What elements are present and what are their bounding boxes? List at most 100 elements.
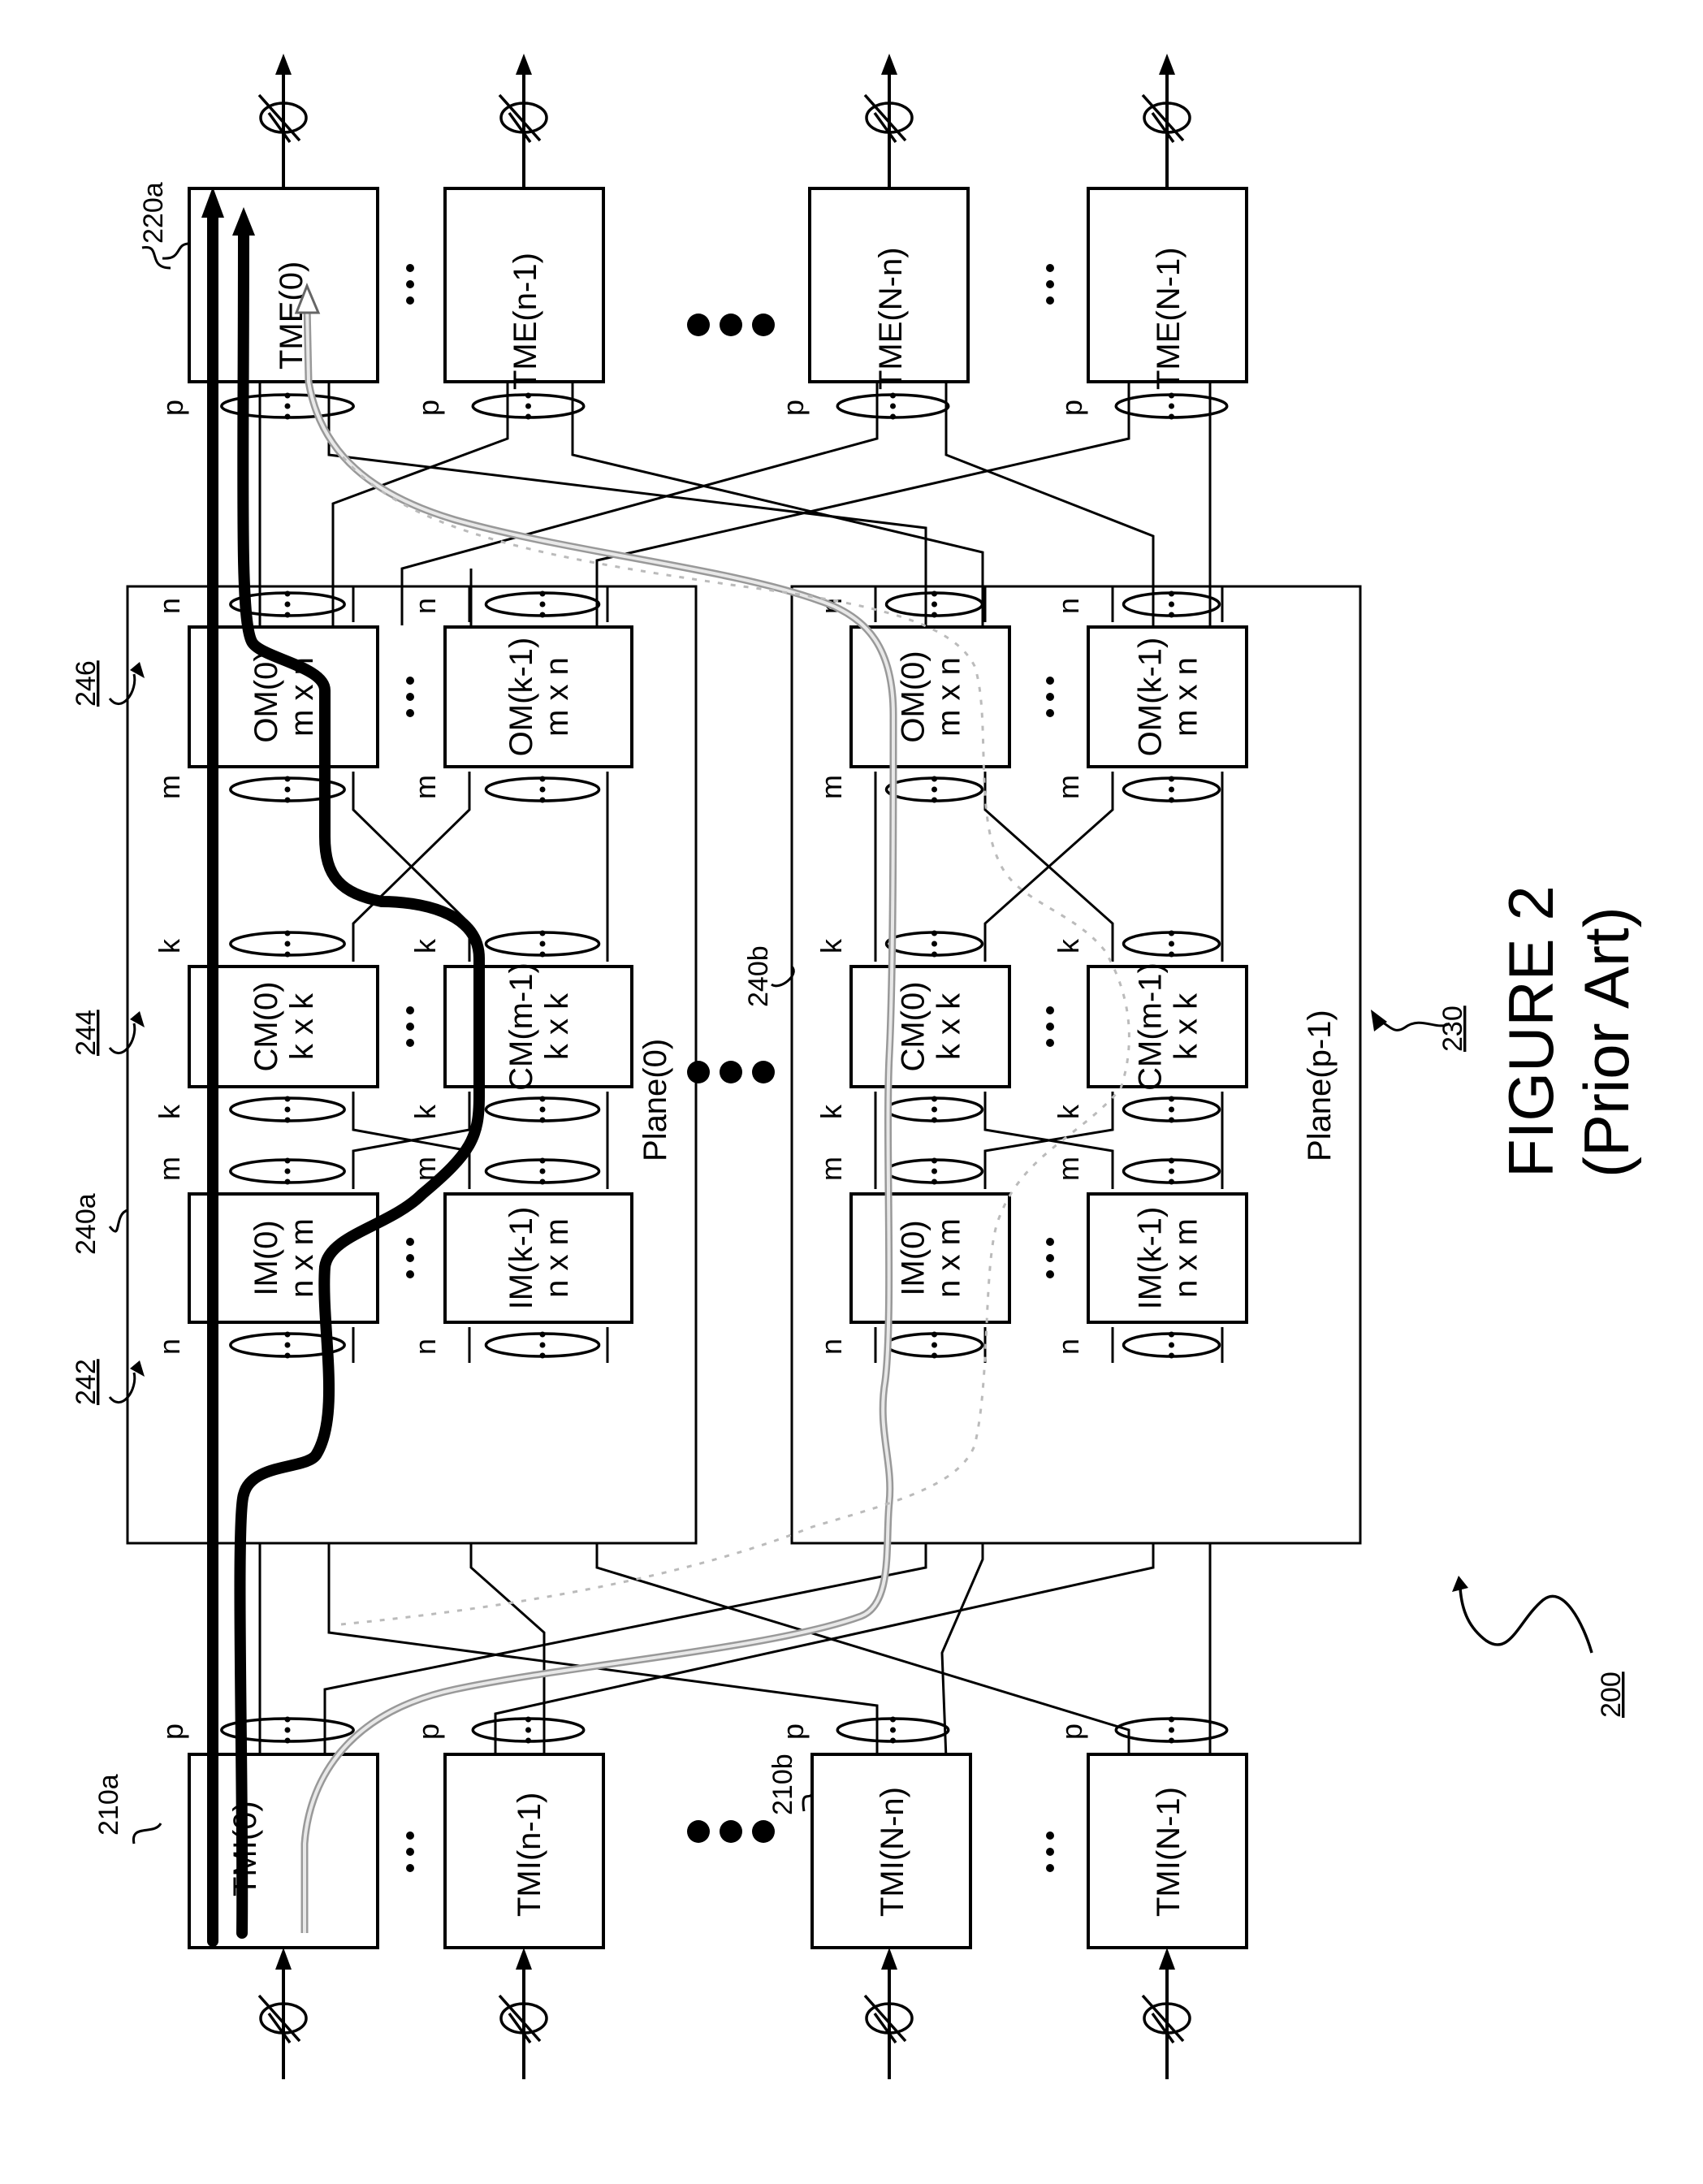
tmi-N-1: TMI(N-1) xyxy=(1087,1753,1248,1949)
cm-name: CM(0) xyxy=(249,981,284,1071)
ref-220a: 220a xyxy=(138,182,169,244)
ellipsis-dot xyxy=(1046,1848,1054,1856)
ellipsis-dot xyxy=(406,296,414,305)
ellipsis-dot xyxy=(406,1270,414,1278)
ellipsis-dot xyxy=(406,1238,414,1246)
ref-230: 230 xyxy=(1437,1006,1468,1052)
port-count-label: k xyxy=(1052,938,1085,954)
tm-port-label: p xyxy=(776,1723,810,1740)
im-name: IM(0) xyxy=(896,1220,931,1295)
ellipsis-dot xyxy=(1046,1254,1054,1262)
egress-output-links xyxy=(257,54,1191,188)
tmi-N-n-label: TMI(N-n) xyxy=(875,1787,910,1917)
big-ellipsis-dot xyxy=(687,1820,710,1843)
im-size: n x m xyxy=(539,1218,575,1298)
ellipsis-dot xyxy=(406,264,414,272)
ref-210b: 210b xyxy=(767,1754,798,1815)
port-count-label: k xyxy=(153,938,186,954)
om-name: OM(k-1) xyxy=(504,638,539,757)
port-count-label: m xyxy=(153,775,186,799)
cm-name: CM(m-1) xyxy=(1133,962,1169,1091)
big-ellipsis-dot xyxy=(720,1820,742,1843)
cm-last-plane-1: CM(m-1) k x k xyxy=(1087,962,1248,1091)
egress-arrowhead xyxy=(516,54,532,75)
ellipsis-dot xyxy=(1046,1270,1054,1278)
ellipsis-dot xyxy=(1046,264,1054,272)
ellipsis-dot xyxy=(1046,1023,1054,1031)
ref-244: 244 xyxy=(71,1010,102,1056)
ellipsis-dot xyxy=(1046,1864,1054,1872)
port-count-label: k xyxy=(153,1104,186,1119)
cm-last-plane-0: CM(m-1) k x k xyxy=(443,962,633,1091)
plane-1-name: Plane(p-1) xyxy=(1302,1010,1338,1161)
ellipsis-dot xyxy=(406,1864,414,1872)
big-ellipsis-dot xyxy=(687,1061,710,1083)
port-count-label: n xyxy=(815,1339,848,1355)
port-count-label: k xyxy=(1052,1104,1085,1119)
cm-size: k x k xyxy=(931,993,967,1060)
tm-port-label: p xyxy=(1055,1723,1088,1740)
big-ellipsis-dot xyxy=(752,314,775,336)
im-first-plane-1: IM(0) n x m xyxy=(849,1192,1011,1324)
tm-port-label: p xyxy=(1055,400,1088,416)
port-count-label: k xyxy=(408,1104,442,1119)
im-name: IM(0) xyxy=(249,1220,284,1295)
tme-n-1-label: TME(n-1) xyxy=(508,253,543,390)
om-last-plane-0: OM(k-1) m x n xyxy=(443,625,633,768)
ellipsis-dot xyxy=(406,1848,414,1856)
ellipsis-dot xyxy=(1046,693,1054,701)
om-size: m x n xyxy=(539,657,575,737)
cm-name: CM(m-1) xyxy=(504,962,539,1091)
egress-arrowhead xyxy=(1159,54,1175,75)
figure-title: FIGURE 2 xyxy=(1495,885,1567,1178)
ellipsis-dot xyxy=(1046,1832,1054,1840)
tmi-N-1-label: TMI(N-1) xyxy=(1151,1787,1186,1917)
ingress-input-links xyxy=(257,1948,1191,2079)
ellipsis-dot xyxy=(406,693,414,701)
port-count-label: m xyxy=(408,775,442,799)
port-count-label: m xyxy=(1052,775,1085,799)
cm-first-plane-1: CM(0) k x k xyxy=(849,965,1011,1088)
ref-240b: 240b xyxy=(743,945,774,1007)
ellipsis-dot xyxy=(1046,280,1054,288)
om-last-plane-1: OM(k-1) m x n xyxy=(1087,625,1248,768)
big-ellipsis-dot xyxy=(720,314,742,336)
ellipsis-dot xyxy=(1046,1006,1054,1014)
port-count-label: n xyxy=(153,598,186,614)
port-count-label: n xyxy=(1052,598,1085,614)
port-count-label: n xyxy=(1052,1339,1085,1355)
tm-port-label: p xyxy=(156,400,189,416)
ellipsis-dot xyxy=(406,280,414,288)
im-size: n x m xyxy=(1169,1218,1204,1298)
cm-size: k x k xyxy=(1169,993,1204,1060)
om-name: OM(k-1) xyxy=(1133,638,1169,757)
port-count-label: m xyxy=(153,1157,186,1181)
im-size: n x m xyxy=(284,1218,320,1298)
om-name: OM(0) xyxy=(896,651,931,742)
path-plane-p1 xyxy=(300,304,897,1933)
port-count-label: n xyxy=(153,1339,186,1355)
cm-name: CM(0) xyxy=(896,981,931,1071)
ellipsis-dot xyxy=(406,1254,414,1262)
tme-N-n: TME(N-n) xyxy=(808,187,970,390)
port-count-label: n xyxy=(408,598,442,614)
cm-size: k x k xyxy=(539,993,575,1060)
im-size: n x m xyxy=(931,1218,967,1298)
ref-240a: 240a xyxy=(71,1193,102,1255)
port-count-label: k xyxy=(815,1104,848,1119)
im-name: IM(k-1) xyxy=(1133,1207,1169,1310)
ingress-arrowhead xyxy=(1159,1948,1175,1970)
ref-210a: 210a xyxy=(93,1774,124,1836)
port-count-label: m xyxy=(1052,1157,1085,1181)
big-ellipsis-dot xyxy=(687,314,710,336)
ellipsis-dot xyxy=(406,677,414,685)
port-count-label: k xyxy=(815,938,848,954)
ref-246: 246 xyxy=(71,660,102,707)
tme-N-1: TME(N-1) xyxy=(1087,187,1248,390)
ellipsis-dot xyxy=(1046,296,1054,305)
ref-242: 242 xyxy=(71,1359,102,1405)
ingress-arrowhead xyxy=(275,1948,292,1970)
port-count-label: n xyxy=(408,1339,442,1355)
plane-0-name: Plane(0) xyxy=(638,1039,673,1161)
ellipsis-dot xyxy=(1046,709,1054,717)
